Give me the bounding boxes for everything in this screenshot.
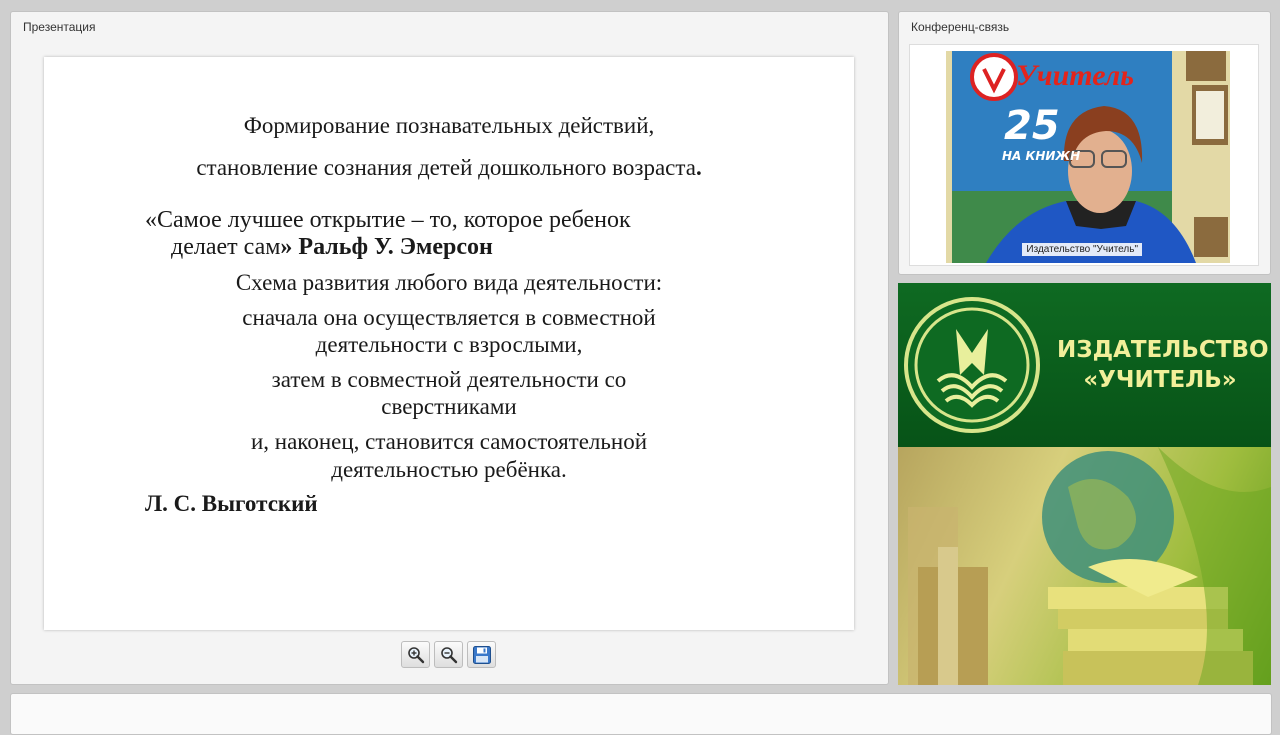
slide-quote-text: делает сам	[171, 234, 281, 260]
slide-line-1: Формирование познавательных действий,	[243, 113, 655, 138]
poster-text-top: Учитель	[1016, 59, 1134, 92]
publisher-name-line-1: ИЗДАТЕЛЬСТВО	[1057, 337, 1269, 363]
slide-step-2b: сверстниками	[381, 394, 517, 419]
webcam-video[interactable]: Учитель 25 НА КНИЖН Издательство "Учител…	[946, 51, 1230, 263]
slide-quote-line-1: «Самое лучшее открытие – то, которое реб…	[145, 207, 631, 233]
floppy-disk-icon	[472, 645, 491, 664]
banner-books-image	[898, 447, 1271, 685]
slide-scheme-title: Схема развития любого вида деятельности:	[235, 270, 663, 295]
save-button[interactable]	[467, 641, 496, 668]
slide-quote-author: » Ральф У. Эмерсон	[280, 234, 493, 260]
publisher-name: ИЗДАТЕЛЬСТВО «УЧИТЕЛЬ»	[1057, 335, 1269, 395]
slide-line-2-end: .	[695, 155, 702, 180]
presentation-panel: Презентация Формирование познавательных …	[10, 11, 889, 685]
slide-step-2a: затем в совместной деятельности со	[271, 367, 627, 392]
conference-panel-title: Конференц-связь	[911, 20, 1010, 34]
books-globe-illustration	[908, 447, 1271, 685]
slide-author: Л. С. Выготский	[145, 491, 318, 516]
bottom-panel	[10, 693, 1272, 735]
presentation-toolbar	[401, 641, 496, 671]
presentation-panel-title: Презентация	[23, 20, 96, 34]
banner-logo-area: ИЗДАТЕЛЬСТВО «УЧИТЕЛЬ»	[898, 283, 1271, 447]
slide-step-1b: деятельности с взрослыми,	[315, 332, 583, 357]
zoom-out-icon	[440, 646, 457, 663]
publisher-name-line-2: «УЧИТЕЛЬ»	[1083, 367, 1237, 393]
presentation-slide: Формирование познавательных действий, ст…	[44, 57, 854, 630]
publisher-banner: ИЗДАТЕЛЬСТВО «УЧИТЕЛЬ»	[898, 283, 1271, 685]
publisher-logo-icon	[904, 297, 1040, 433]
poster-text-bottom: НА КНИЖН	[1002, 149, 1081, 163]
slide-step-1a: сначала она осуществляется в совместной	[242, 305, 656, 330]
conference-panel: Конференц-связь Учитель 25 НА КНИЖН Изда…	[898, 11, 1271, 275]
participant-name-label: Издательство "Учитель"	[1022, 243, 1142, 256]
zoom-out-button[interactable]	[434, 641, 463, 668]
slide-step-3a: и, наконец, становится самостоятельной	[250, 429, 648, 454]
zoom-in-button[interactable]	[401, 641, 430, 668]
video-frame: Учитель 25 НА КНИЖН Издательство "Учител…	[909, 44, 1259, 266]
slide-line-2-text: становление сознания детей дошкольного в…	[196, 155, 696, 180]
slide-step-3b: деятельностью ребёнка.	[331, 457, 567, 482]
poster-number: 25	[1004, 103, 1060, 149]
slide-line-2: становление сознания детей дошкольного в…	[94, 155, 804, 181]
slide-quote-line-2: делает сам» Ральф У. Эмерсон	[171, 234, 493, 261]
zoom-in-icon	[407, 646, 424, 663]
